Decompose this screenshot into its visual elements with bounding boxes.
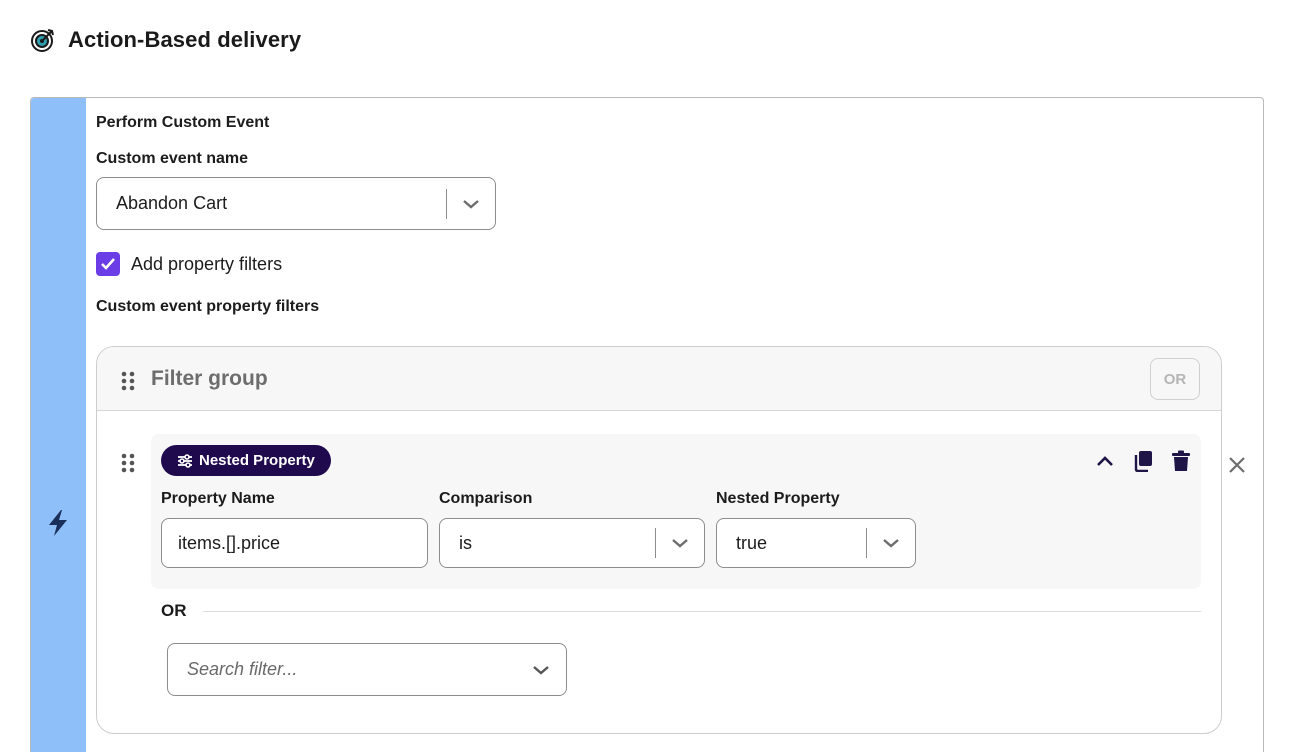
or-button[interactable]: OR xyxy=(1150,358,1200,400)
event-name-label: Custom event name xyxy=(96,150,249,167)
target-icon xyxy=(30,27,56,53)
or-separator-label: OR xyxy=(161,601,187,620)
nested-property-value: true xyxy=(736,532,768,553)
property-name-label: Property Name xyxy=(161,490,275,507)
nested-property-select[interactable]: true xyxy=(716,518,916,568)
add-filters-label[interactable]: Add property filters xyxy=(131,254,282,275)
page-header: Action-Based delivery xyxy=(30,24,301,56)
pill-label: Nested Property xyxy=(199,452,315,469)
separator-line xyxy=(202,610,1201,612)
event-name-select[interactable]: Abandon Cart xyxy=(96,177,496,230)
event-name-value: Abandon Cart xyxy=(116,193,228,213)
search-filter-placeholder: Search filter... xyxy=(187,659,298,679)
property-name-input[interactable] xyxy=(161,518,428,568)
add-filters-checkbox[interactable] xyxy=(96,252,120,276)
filter-group-header: Filter group OR xyxy=(97,347,1221,411)
drag-handle-icon[interactable] xyxy=(121,453,135,478)
filter-group-title: Filter group xyxy=(151,367,268,390)
page-title: Action-Based delivery xyxy=(68,27,302,52)
trash-icon[interactable] xyxy=(1171,450,1191,472)
chevron-down-icon[interactable] xyxy=(867,537,915,549)
filter-row: Nested Property Property Name Comparison… xyxy=(151,434,1201,589)
comparison-value: is xyxy=(459,532,472,553)
trigger-content: Perform Custom Event Custom event name A… xyxy=(96,98,1263,752)
add-filters-row: Add property filters xyxy=(96,252,282,276)
chevron-down-icon[interactable] xyxy=(656,537,704,549)
chevron-up-icon[interactable] xyxy=(1095,454,1115,468)
chevron-down-icon[interactable] xyxy=(447,198,495,210)
nested-property-label: Nested Property xyxy=(716,490,840,507)
drag-handle-icon[interactable] xyxy=(121,371,135,396)
chevron-down-icon[interactable] xyxy=(516,664,566,676)
trigger-card: Perform Custom Event Custom event name A… xyxy=(30,97,1264,752)
filters-label: Custom event property filters xyxy=(96,298,320,315)
lightning-bolt-icon xyxy=(46,509,70,537)
or-separator: OR xyxy=(161,601,1201,621)
close-icon[interactable] xyxy=(1226,454,1248,476)
comparison-label: Comparison xyxy=(439,490,533,507)
trigger-rail xyxy=(31,98,86,752)
row-actions xyxy=(1095,450,1191,472)
section-title: Perform Custom Event xyxy=(96,114,270,131)
comparison-select[interactable]: is xyxy=(439,518,705,568)
duplicate-icon[interactable] xyxy=(1133,450,1153,472)
nested-property-pill: Nested Property xyxy=(161,445,331,476)
sliders-icon xyxy=(177,453,193,468)
search-filter-select[interactable]: Search filter... xyxy=(167,643,567,696)
filter-group: Filter group OR Nested Property Property… xyxy=(96,346,1222,734)
